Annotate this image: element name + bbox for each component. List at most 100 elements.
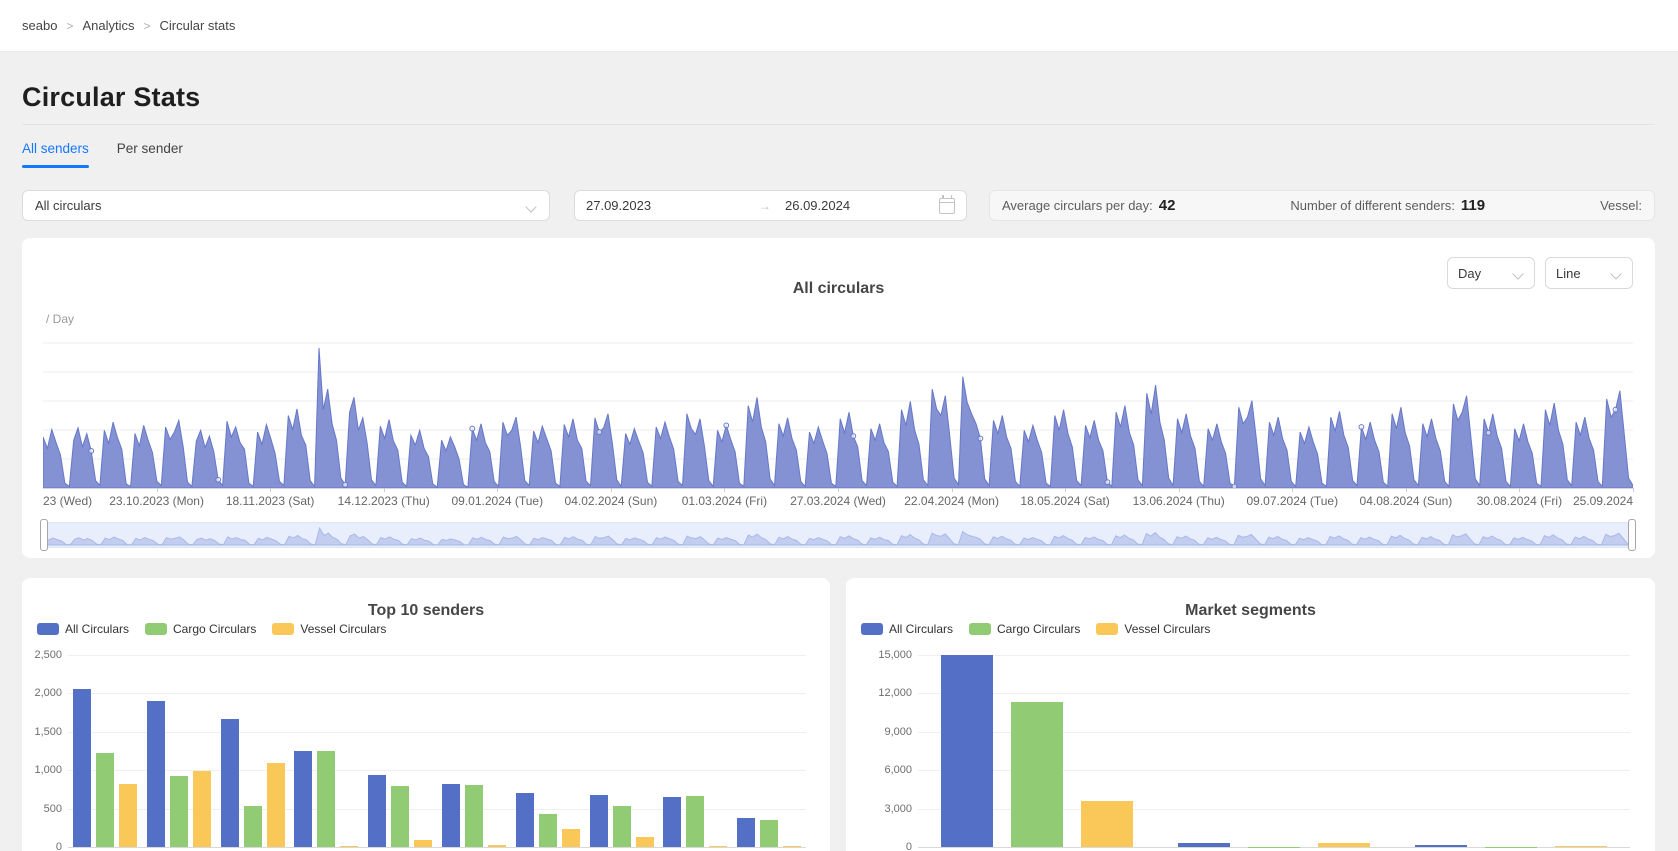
- y-axis-label: 12,000: [846, 687, 912, 699]
- x-axis-label: 18.05.2024 (Sat): [1020, 494, 1109, 508]
- bar-all-circulars: [1178, 843, 1230, 848]
- x-axis-tick: [1519, 488, 1520, 492]
- x-axis-label: 09.01.2024 (Tue): [451, 494, 543, 508]
- daily-circulars-area-chart[interactable]: [43, 338, 1633, 488]
- bar-vessel-circulars: [783, 846, 801, 847]
- bar-vessel-circulars: [340, 846, 358, 847]
- chart-type-value: Line: [1556, 266, 1581, 281]
- stat-average-value: 42: [1159, 197, 1176, 214]
- bar-all-circulars: [294, 751, 312, 847]
- bar-all-circulars: [516, 793, 534, 847]
- brush-mini-chart: [44, 523, 1632, 547]
- bar-cargo-circulars: [465, 785, 483, 847]
- stat-vessel-label: Vessel:: [1600, 198, 1642, 213]
- bar-all-circulars: [590, 795, 608, 847]
- x-axis-label: 09.07.2024 (Tue): [1246, 494, 1338, 508]
- circular-type-select[interactable]: All circulars: [22, 190, 550, 221]
- start-date-field[interactable]: 27.09.2023: [586, 198, 759, 213]
- sender-tabs: All senders Per sender: [22, 135, 183, 166]
- y-axis-label: 3,000: [846, 803, 912, 815]
- bar-vessel-circulars: [193, 771, 211, 847]
- title-divider: [22, 124, 1655, 125]
- gridline: [918, 655, 1630, 656]
- x-axis-label: 04.08.2024 (Sun): [1360, 494, 1453, 508]
- x-axis-tick: [384, 488, 385, 492]
- end-date-field[interactable]: 26.09.2024: [785, 198, 939, 213]
- bar-cargo-circulars: [539, 814, 557, 847]
- brush-right-handle[interactable]: [1628, 519, 1636, 551]
- breadcrumb-item-seabo[interactable]: seabo: [22, 18, 57, 33]
- bar-vessel-circulars: [1081, 801, 1133, 847]
- stat-senders-value: 119: [1461, 197, 1485, 214]
- market-bar-chart[interactable]: 03,0006,0009,00012,00015,000: [846, 578, 1655, 851]
- x-axis-tick: [157, 488, 158, 492]
- bar-all-circulars: [663, 797, 681, 847]
- stat-average-per-day: Average circulars per day: 42: [1002, 197, 1175, 214]
- chevron-down-icon: [1514, 268, 1524, 278]
- x-axis-tick: [1633, 488, 1634, 492]
- x-axis-label: 04.02.2024 (Sun): [565, 494, 658, 508]
- y-axis-unit-label: / Day: [46, 312, 74, 326]
- stat-different-senders: Number of different senders: 119: [1290, 197, 1485, 214]
- bar-vessel-circulars: [636, 837, 654, 847]
- main-chart-title: All circulars: [22, 280, 1655, 298]
- bar-cargo-circulars: [1011, 702, 1063, 847]
- data-point-marker: [470, 426, 475, 431]
- x-axis-tick: [1065, 488, 1066, 492]
- chevron-down-icon: [1612, 268, 1622, 278]
- x-axis-tick: [1406, 488, 1407, 492]
- x-axis-tick: [270, 488, 271, 492]
- bar-cargo-circulars: [760, 820, 778, 847]
- y-axis-label: 9,000: [846, 726, 912, 738]
- x-axis-label: 25.09.2024: [1573, 494, 1633, 508]
- datazoom-brush[interactable]: [43, 522, 1633, 548]
- circular-stats-page: seabo > Analytics > Circular stats Circu…: [0, 0, 1678, 851]
- calendar-icon: [939, 198, 955, 214]
- top10-bar-chart[interactable]: 05001,0001,5002,0002,500: [22, 578, 830, 851]
- x-axis-tick: [724, 488, 725, 492]
- market-segments-card: Market segments All CircularsCargo Circu…: [846, 578, 1655, 851]
- bar-all-circulars: [941, 655, 993, 847]
- tab-all-senders[interactable]: All senders: [22, 135, 89, 166]
- date-range-picker[interactable]: 27.09.2023 → 26.09.2024: [574, 190, 967, 221]
- gridline: [68, 770, 806, 771]
- all-circulars-chart-card: Day Line All circulars / Day 23 (Wed)23.…: [22, 238, 1655, 558]
- gridline: [68, 847, 806, 848]
- bar-all-circulars: [442, 784, 460, 847]
- y-axis-label: 15,000: [846, 649, 912, 661]
- data-point-marker: [724, 423, 729, 428]
- x-axis-tick: [611, 488, 612, 492]
- brush-left-handle[interactable]: [40, 519, 48, 551]
- tab-per-sender[interactable]: Per sender: [117, 135, 183, 166]
- stat-senders-label: Number of different senders:: [1290, 198, 1455, 213]
- x-axis-label: 22.04.2024 (Mon): [904, 494, 999, 508]
- summary-stats-bar: Average circulars per day: 42 Number of …: [989, 190, 1655, 221]
- bar-cargo-circulars: [170, 776, 188, 847]
- bar-vessel-circulars: [488, 845, 506, 847]
- bar-all-circulars: [147, 701, 165, 847]
- gridline: [68, 693, 806, 694]
- x-axis-label: 18.11.2023 (Sat): [226, 494, 315, 508]
- bar-all-circulars: [221, 719, 239, 847]
- x-axis-label: 30.08.2024 (Fri): [1477, 494, 1562, 508]
- bar-cargo-circulars: [96, 753, 114, 848]
- breadcrumb: seabo > Analytics > Circular stats: [0, 0, 1678, 52]
- data-point-marker: [597, 430, 602, 435]
- x-axis-label: 23.10.2023 (Mon): [109, 494, 204, 508]
- x-axis-labels: 23 (Wed)23.10.2023 (Mon)18.11.2023 (Sat)…: [43, 492, 1633, 508]
- top-10-senders-card: Top 10 senders All CircularsCargo Circul…: [22, 578, 830, 851]
- bar-all-circulars: [1415, 845, 1467, 847]
- bar-vessel-circulars: [562, 829, 580, 847]
- bar-cargo-circulars: [613, 806, 631, 847]
- bar-vessel-circulars: [1555, 846, 1607, 848]
- data-point-marker: [1486, 430, 1491, 435]
- breadcrumb-item-analytics[interactable]: Analytics: [82, 18, 134, 33]
- bar-vessel-circulars: [709, 846, 727, 847]
- data-point-marker: [1359, 425, 1364, 430]
- bar-vessel-circulars: [414, 840, 432, 847]
- brush-series: [44, 528, 1632, 545]
- stat-average-label: Average circulars per day:: [1002, 198, 1153, 213]
- x-axis-tick: [838, 488, 839, 492]
- bar-vessel-circulars: [267, 763, 285, 847]
- range-arrow-icon: →: [759, 199, 785, 213]
